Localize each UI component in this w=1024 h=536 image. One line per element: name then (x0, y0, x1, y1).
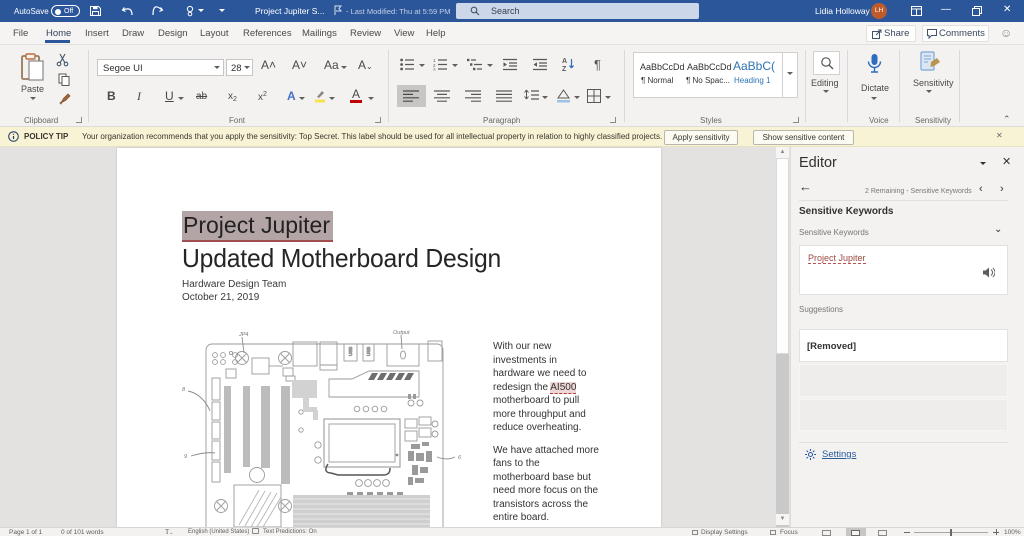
svg-text:JP4: JP4 (238, 332, 248, 338)
svg-text:USB: USB (348, 347, 353, 356)
svg-text:Z: Z (562, 66, 567, 71)
svg-text:9: 9 (184, 454, 187, 460)
svg-text:6: 6 (458, 455, 462, 461)
svg-text:A: A (562, 58, 567, 65)
svg-text:3: 3 (433, 68, 436, 72)
svg-text:Output: Output (393, 330, 410, 336)
svg-text:8: 8 (182, 387, 186, 393)
svg-text:USB: USB (366, 347, 371, 356)
